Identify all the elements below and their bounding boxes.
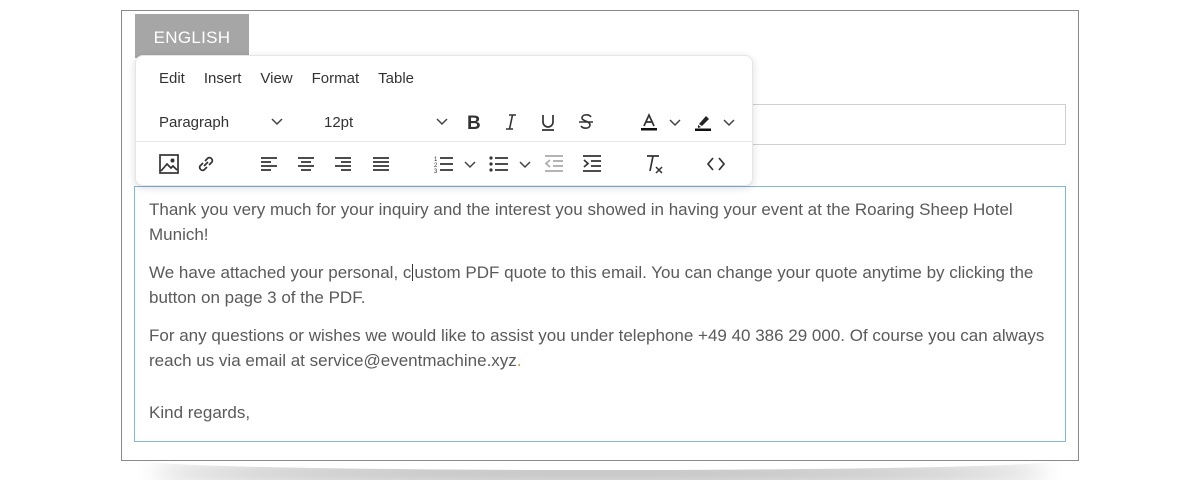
menu-view[interactable]: View bbox=[260, 70, 292, 87]
highlight-color-button[interactable] bbox=[687, 106, 719, 138]
image-icon bbox=[159, 154, 179, 174]
text-color-icon bbox=[641, 112, 657, 131]
menu-format[interactable]: Format bbox=[312, 70, 360, 87]
svg-text:B: B bbox=[467, 113, 481, 132]
underline-icon bbox=[542, 115, 554, 131]
bold-icon: B bbox=[467, 113, 481, 132]
align-center-button[interactable] bbox=[290, 148, 322, 180]
align-right-icon bbox=[335, 157, 351, 171]
clear-formatting-button[interactable] bbox=[638, 148, 670, 180]
indent-button[interactable] bbox=[576, 148, 608, 180]
outdent-icon bbox=[544, 155, 563, 172]
menu-edit[interactable]: Edit bbox=[159, 70, 185, 87]
highlight-color-icon bbox=[695, 116, 711, 131]
text-color-button[interactable] bbox=[633, 106, 665, 138]
body-paragraph-3-text: For any questions or wishes we would lik… bbox=[149, 326, 1045, 370]
chevron-down-icon bbox=[271, 118, 283, 126]
menubar: Edit Insert View Format Table bbox=[136, 56, 433, 100]
email-body-editor[interactable]: Thank you very much for your inquiry and… bbox=[134, 186, 1066, 442]
language-tab-label: ENGLISH bbox=[153, 28, 231, 47]
bullet-list-button[interactable] bbox=[483, 148, 515, 180]
rich-text-toolbar: Edit Insert View Format Table Paragraph … bbox=[135, 55, 754, 186]
align-right-button[interactable] bbox=[327, 148, 359, 180]
source-code-icon bbox=[706, 157, 726, 171]
bold-button[interactable]: B bbox=[458, 106, 490, 138]
insert-link-button[interactable] bbox=[190, 148, 222, 180]
body-paragraph-2: We have attached your personal, c ustom P… bbox=[149, 260, 1051, 310]
strikethrough-icon bbox=[579, 114, 593, 129]
bullet-list-icon bbox=[489, 156, 508, 172]
email-editor-card: ENGLISH Edit Insert View Format Table Pa… bbox=[121, 10, 1079, 461]
insert-image-button[interactable] bbox=[153, 148, 185, 180]
link-icon bbox=[198, 156, 214, 172]
toolbar-row-formatting: Paragraph 12pt B bbox=[136, 102, 754, 142]
block-format-value: Paragraph bbox=[159, 113, 230, 131]
clear-formatting-icon bbox=[647, 155, 663, 174]
strikethrough-button[interactable] bbox=[570, 106, 602, 138]
bullet-list-chevron-icon[interactable] bbox=[518, 156, 532, 172]
chevron-down-icon bbox=[436, 118, 448, 126]
highlight-color-chevron-icon[interactable] bbox=[722, 114, 736, 130]
italic-button[interactable] bbox=[495, 106, 527, 138]
italic-icon bbox=[506, 114, 516, 130]
body-paragraph-2-start: We have attached your personal, c bbox=[149, 263, 412, 282]
align-justify-button[interactable] bbox=[365, 148, 397, 180]
numbered-list-chevron-icon[interactable] bbox=[463, 156, 477, 172]
numbered-list-button[interactable]: 123 bbox=[428, 148, 460, 180]
align-justify-icon bbox=[373, 157, 389, 171]
block-format-select[interactable]: Paragraph bbox=[159, 102, 284, 142]
align-center-icon bbox=[298, 157, 314, 171]
svg-text:3: 3 bbox=[434, 169, 438, 175]
subject-input[interactable] bbox=[742, 104, 1066, 145]
numbered-list-icon: 123 bbox=[434, 157, 453, 175]
body-paragraph-3: For any questions or wishes we would lik… bbox=[149, 323, 1051, 373]
underline-button[interactable] bbox=[532, 106, 564, 138]
menu-table[interactable]: Table bbox=[378, 70, 414, 87]
text-color-chevron-icon[interactable] bbox=[668, 114, 682, 130]
align-left-button[interactable] bbox=[253, 148, 285, 180]
body-paragraph-1: Thank you very much for your inquiry and… bbox=[149, 200, 1013, 244]
body-paragraph-3-period: . bbox=[516, 351, 522, 370]
align-left-icon bbox=[261, 157, 277, 171]
language-tab-english[interactable]: ENGLISH bbox=[135, 14, 249, 58]
source-code-button[interactable] bbox=[700, 148, 732, 180]
outdent-button[interactable] bbox=[538, 148, 570, 180]
menu-insert[interactable]: Insert bbox=[204, 70, 242, 87]
indent-icon bbox=[583, 155, 601, 172]
font-size-select[interactable]: 12pt bbox=[324, 102, 449, 142]
toolbar-row-insert: 123 bbox=[136, 144, 754, 184]
closing-line: Kind regards, bbox=[149, 403, 251, 422]
font-size-value: 12pt bbox=[324, 113, 354, 131]
